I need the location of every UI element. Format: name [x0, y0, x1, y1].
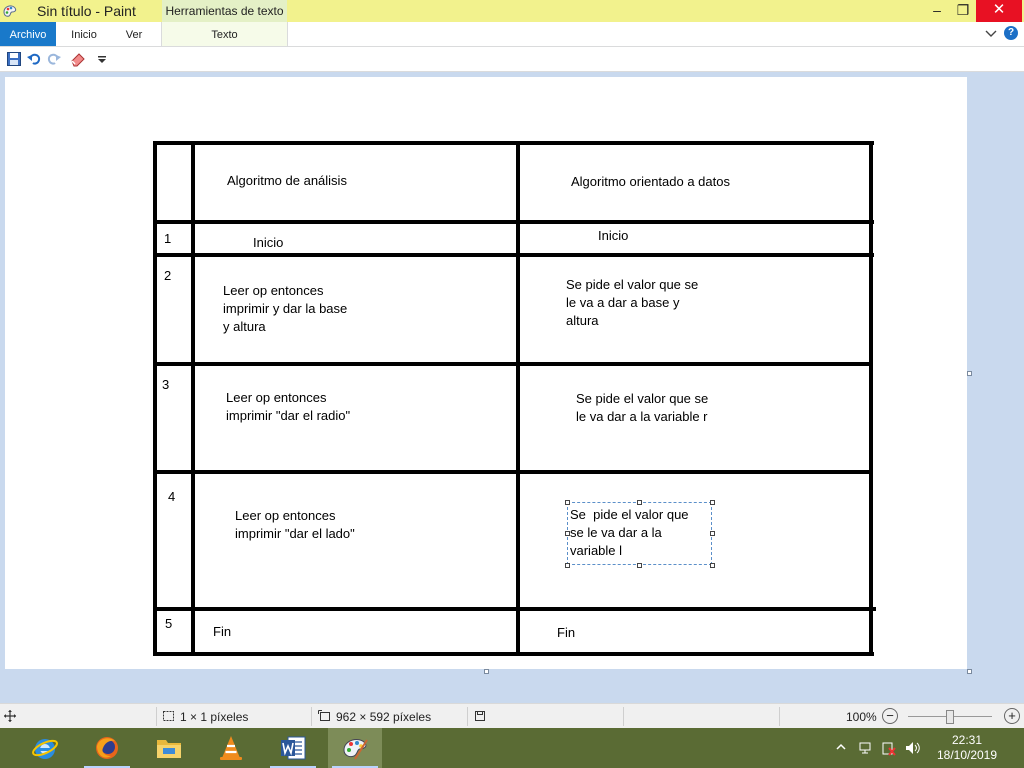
analysis-cell: Leer op entonces imprimir "dar el radio"	[226, 390, 351, 423]
data-cell: Se pide el valor que se le va dar a la v…	[576, 391, 709, 424]
table-border-top	[153, 141, 874, 145]
taskbar-file-explorer[interactable]	[142, 728, 196, 768]
taskbar-word[interactable]	[266, 728, 320, 768]
header-data-oriented-algorithm: Algoritmo orientado a datos	[571, 174, 730, 189]
canvas-resize-handle-corner[interactable]	[967, 669, 972, 674]
resize-handle[interactable]	[637, 563, 642, 568]
save-icon[interactable]	[6, 51, 22, 67]
canvas-resize-handle-right[interactable]	[967, 371, 972, 376]
network-icon[interactable]	[858, 740, 874, 756]
zoom-out-button[interactable]: −	[882, 708, 898, 724]
text-tools-context-header: Herramientas de texto	[162, 0, 287, 22]
taskbar-paint[interactable]	[328, 728, 382, 768]
customize-dropdown-icon[interactable]	[94, 51, 110, 67]
analysis-cell: Fin	[213, 624, 232, 639]
taskbar-firefox[interactable]	[80, 728, 134, 768]
resize-handle[interactable]	[637, 500, 642, 505]
tab-ver[interactable]: Ver	[112, 22, 156, 46]
word-icon	[281, 736, 306, 760]
undo-icon[interactable]	[26, 51, 42, 67]
maximize-button[interactable]: ❐	[952, 0, 974, 22]
data-cell: Fin	[557, 625, 576, 640]
selection-size: 1 × 1 píxeles	[180, 710, 249, 724]
help-icon[interactable]: ?	[1004, 26, 1018, 40]
resize-handle[interactable]	[565, 563, 570, 568]
analysis-cell: Leer op entonces imprimir "dar el lado"	[235, 508, 355, 541]
chevron-down-icon[interactable]	[984, 26, 998, 40]
file-size-icon	[475, 711, 485, 721]
clock-date: 18/10/2019	[936, 748, 998, 762]
minimize-button[interactable]: –	[922, 0, 952, 22]
resize-handle[interactable]	[565, 531, 570, 536]
taskbar	[0, 728, 1024, 768]
column-divider	[191, 141, 195, 656]
volume-icon[interactable]	[904, 740, 920, 756]
zoom-level: 100%	[846, 710, 877, 724]
status-separator	[156, 707, 157, 726]
zoom-slider-thumb[interactable]	[946, 710, 954, 724]
resize-handle[interactable]	[710, 531, 715, 536]
ribbon-tabs: Archivo Inicio Ver Texto ?	[0, 22, 1024, 47]
text-box-selection[interactable]	[567, 502, 712, 565]
row-number: 5	[165, 616, 173, 631]
quick-access-toolbar	[0, 47, 1024, 72]
show-hidden-icons-chevron-up-icon[interactable]	[836, 742, 846, 752]
canvas-size: 962 × 592 píxeles	[336, 710, 432, 724]
status-separator	[623, 707, 624, 726]
resize-handle[interactable]	[565, 500, 570, 505]
tab-inicio[interactable]: Inicio	[60, 22, 108, 46]
status-separator	[779, 707, 780, 726]
table-border-left	[153, 141, 157, 656]
zoom-in-button[interactable]: +	[1004, 708, 1020, 724]
clock-time: 22:31	[951, 733, 983, 747]
paint-app-icon[interactable]	[2, 3, 18, 19]
paint-icon	[343, 739, 368, 760]
column-divider	[516, 141, 520, 656]
row-number: 3	[162, 377, 170, 392]
data-cell: Inicio	[598, 228, 629, 243]
data-cell: Se pide el valor que se le va a dar a ba…	[566, 277, 699, 328]
status-separator	[467, 707, 468, 726]
table-border-bottom	[153, 652, 874, 656]
redo-icon[interactable]	[46, 51, 62, 67]
status-bar: 1 × 1 píxeles 962 × 592 píxeles 100% − +	[0, 703, 1024, 729]
row-divider	[153, 220, 874, 224]
close-button[interactable]: ✕	[976, 0, 1022, 22]
taskbar-vlc[interactable]	[204, 728, 258, 768]
status-separator	[311, 707, 312, 726]
cursor-position-icon	[4, 710, 16, 722]
row-divider	[153, 362, 871, 366]
tab-texto[interactable]: Texto	[161, 22, 288, 46]
vlc-icon	[220, 736, 242, 760]
selection-size-icon	[163, 711, 174, 721]
analysis-cell: Leer op entonces imprimir y dar la base …	[223, 283, 348, 334]
row-divider	[153, 470, 871, 474]
row-divider	[153, 607, 876, 611]
firefox-icon	[96, 737, 118, 759]
canvas-resize-handle-bottom[interactable]	[484, 669, 489, 674]
row-divider	[153, 253, 874, 257]
row-number: 2	[164, 268, 172, 283]
resize-handle[interactable]	[710, 500, 715, 505]
header-analysis-algorithm: Algoritmo de análisis	[227, 173, 347, 188]
window-title: Sin título - Paint	[37, 3, 136, 19]
drawing-canvas[interactable]	[5, 77, 967, 669]
canvas-size-icon	[318, 710, 330, 721]
taskbar-internet-explorer[interactable]	[18, 728, 72, 768]
taskbar-clock[interactable]: 22:31 18/10/2019	[936, 733, 998, 763]
title-bar: Sin título - Paint Herramientas de texto…	[0, 0, 1024, 22]
resize-handle[interactable]	[710, 563, 715, 568]
internet-explorer-icon	[32, 739, 58, 759]
eraser-icon[interactable]	[70, 51, 86, 67]
analysis-cell: Inicio	[253, 235, 284, 250]
tab-archivo[interactable]: Archivo	[0, 22, 56, 46]
row-number: 4	[168, 489, 176, 504]
battery-warning-icon[interactable]	[880, 740, 896, 756]
row-number: 1	[164, 231, 172, 246]
table-border-right	[869, 141, 873, 656]
file-explorer-icon	[157, 740, 181, 758]
